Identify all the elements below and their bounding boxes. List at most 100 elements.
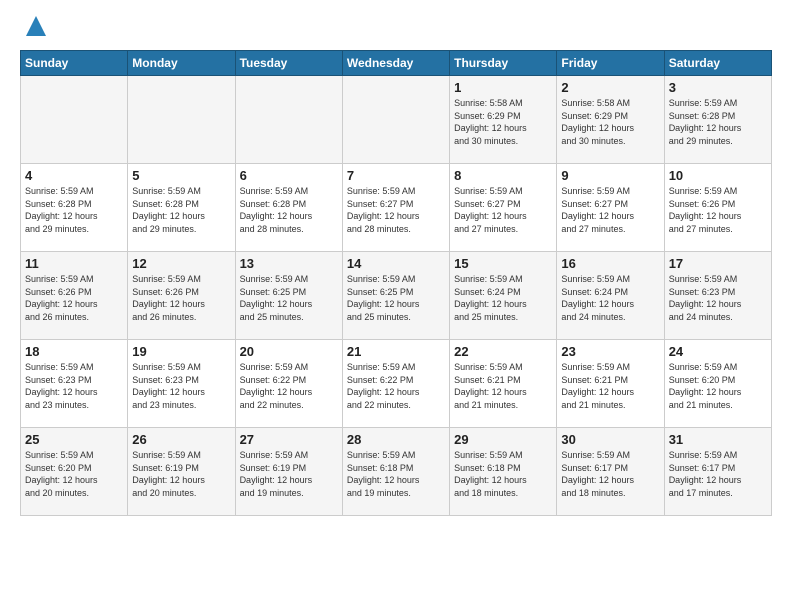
calendar-table: SundayMondayTuesdayWednesdayThursdayFrid… bbox=[20, 50, 772, 516]
calendar-cell: 18 Sunrise: 5:59 AM Sunset: 6:23 PM Dayli… bbox=[21, 340, 128, 428]
header-monday: Monday bbox=[128, 51, 235, 76]
day-number: 6 bbox=[240, 168, 338, 183]
day-info: Sunrise: 5:59 AM Sunset: 6:18 PM Dayligh… bbox=[454, 449, 552, 499]
page-header bbox=[20, 16, 772, 40]
day-number: 15 bbox=[454, 256, 552, 271]
day-info: Sunrise: 5:59 AM Sunset: 6:28 PM Dayligh… bbox=[240, 185, 338, 235]
calendar-cell: 6 Sunrise: 5:59 AM Sunset: 6:28 PM Daylig… bbox=[235, 164, 342, 252]
day-info: Sunrise: 5:59 AM Sunset: 6:28 PM Dayligh… bbox=[132, 185, 230, 235]
header-sunday: Sunday bbox=[21, 51, 128, 76]
calendar-cell bbox=[342, 76, 449, 164]
day-number: 13 bbox=[240, 256, 338, 271]
calendar-cell: 15 Sunrise: 5:59 AM Sunset: 6:24 PM Dayli… bbox=[450, 252, 557, 340]
calendar-cell: 25Sunrise: 5:59 AM Sunset: 6:20 PM Dayli… bbox=[21, 428, 128, 516]
day-number: 1 bbox=[454, 80, 552, 95]
day-info: Sunrise: 5:59 AM Sunset: 6:22 PM Dayligh… bbox=[347, 361, 445, 411]
calendar-cell: 16Sunrise: 5:59 AM Sunset: 6:24 PM Dayli… bbox=[557, 252, 664, 340]
day-info: Sunrise: 5:59 AM Sunset: 6:24 PM Dayligh… bbox=[454, 273, 552, 323]
calendar-cell: 30 Sunrise: 5:59 AM Sunset: 6:17 PM Dayli… bbox=[557, 428, 664, 516]
calendar-cell: 4 Sunrise: 5:59 AM Sunset: 6:28 PM Daylig… bbox=[21, 164, 128, 252]
day-number: 18 bbox=[25, 344, 123, 359]
day-info: Sunrise: 5:59 AM Sunset: 6:20 PM Dayligh… bbox=[669, 361, 767, 411]
day-info: Sunrise: 5:59 AM Sunset: 6:23 PM Dayligh… bbox=[669, 273, 767, 323]
day-number: 24 bbox=[669, 344, 767, 359]
calendar-body: 1 Sunrise: 5:58 AM Sunset: 6:29 PM Daylig… bbox=[21, 76, 772, 516]
day-info: Sunrise: 5:59 AM Sunset: 6:27 PM Dayligh… bbox=[347, 185, 445, 235]
day-number: 4 bbox=[25, 168, 123, 183]
calendar-cell bbox=[235, 76, 342, 164]
calendar-week-row: 11 Sunrise: 5:59 AM Sunset: 6:26 PM Dayli… bbox=[21, 252, 772, 340]
day-info: Sunrise: 5:59 AM Sunset: 6:26 PM Dayligh… bbox=[25, 273, 123, 323]
calendar-cell: 21 Sunrise: 5:59 AM Sunset: 6:22 PM Dayli… bbox=[342, 340, 449, 428]
day-number: 9 bbox=[561, 168, 659, 183]
day-number: 29 bbox=[454, 432, 552, 447]
day-info: Sunrise: 5:59 AM Sunset: 6:26 PM Dayligh… bbox=[669, 185, 767, 235]
day-info: Sunrise: 5:59 AM Sunset: 6:28 PM Dayligh… bbox=[25, 185, 123, 235]
day-info: Sunrise: 5:59 AM Sunset: 6:21 PM Dayligh… bbox=[454, 361, 552, 411]
day-number: 30 bbox=[561, 432, 659, 447]
calendar-week-row: 1 Sunrise: 5:58 AM Sunset: 6:29 PM Daylig… bbox=[21, 76, 772, 164]
day-info: Sunrise: 5:59 AM Sunset: 6:24 PM Dayligh… bbox=[561, 273, 659, 323]
calendar-week-row: 4 Sunrise: 5:59 AM Sunset: 6:28 PM Daylig… bbox=[21, 164, 772, 252]
calendar-cell: 10 Sunrise: 5:59 AM Sunset: 6:26 PM Dayli… bbox=[664, 164, 771, 252]
day-info: Sunrise: 5:59 AM Sunset: 6:28 PM Dayligh… bbox=[669, 97, 767, 147]
day-number: 27 bbox=[240, 432, 338, 447]
logo-icon bbox=[22, 12, 50, 40]
day-info: Sunrise: 5:59 AM Sunset: 6:19 PM Dayligh… bbox=[132, 449, 230, 499]
calendar-cell: 8Sunrise: 5:59 AM Sunset: 6:27 PM Daylig… bbox=[450, 164, 557, 252]
day-number: 31 bbox=[669, 432, 767, 447]
day-info: Sunrise: 5:58 AM Sunset: 6:29 PM Dayligh… bbox=[561, 97, 659, 147]
calendar-cell: 7 Sunrise: 5:59 AM Sunset: 6:27 PM Daylig… bbox=[342, 164, 449, 252]
logo bbox=[20, 16, 50, 40]
header-saturday: Saturday bbox=[664, 51, 771, 76]
day-number: 3 bbox=[669, 80, 767, 95]
day-info: Sunrise: 5:59 AM Sunset: 6:25 PM Dayligh… bbox=[240, 273, 338, 323]
calendar-cell: 14Sunrise: 5:59 AM Sunset: 6:25 PM Dayli… bbox=[342, 252, 449, 340]
day-info: Sunrise: 5:59 AM Sunset: 6:26 PM Dayligh… bbox=[132, 273, 230, 323]
day-info: Sunrise: 5:59 AM Sunset: 6:27 PM Dayligh… bbox=[454, 185, 552, 235]
day-info: Sunrise: 5:59 AM Sunset: 6:23 PM Dayligh… bbox=[132, 361, 230, 411]
day-info: Sunrise: 5:59 AM Sunset: 6:23 PM Dayligh… bbox=[25, 361, 123, 411]
day-info: Sunrise: 5:59 AM Sunset: 6:21 PM Dayligh… bbox=[561, 361, 659, 411]
day-number: 20 bbox=[240, 344, 338, 359]
day-number: 26 bbox=[132, 432, 230, 447]
calendar-cell: 9 Sunrise: 5:59 AM Sunset: 6:27 PM Daylig… bbox=[557, 164, 664, 252]
day-number: 21 bbox=[347, 344, 445, 359]
day-number: 22 bbox=[454, 344, 552, 359]
header-tuesday: Tuesday bbox=[235, 51, 342, 76]
day-info: Sunrise: 5:59 AM Sunset: 6:22 PM Dayligh… bbox=[240, 361, 338, 411]
calendar-cell: 19 Sunrise: 5:59 AM Sunset: 6:23 PM Dayli… bbox=[128, 340, 235, 428]
calendar-cell bbox=[21, 76, 128, 164]
header-thursday: Thursday bbox=[450, 51, 557, 76]
calendar-cell: 20 Sunrise: 5:59 AM Sunset: 6:22 PM Dayli… bbox=[235, 340, 342, 428]
day-info: Sunrise: 5:58 AM Sunset: 6:29 PM Dayligh… bbox=[454, 97, 552, 147]
calendar-cell: 1 Sunrise: 5:58 AM Sunset: 6:29 PM Daylig… bbox=[450, 76, 557, 164]
day-number: 12 bbox=[132, 256, 230, 271]
calendar-cell: 22 Sunrise: 5:59 AM Sunset: 6:21 PM Dayli… bbox=[450, 340, 557, 428]
day-number: 2 bbox=[561, 80, 659, 95]
calendar-cell: 2 Sunrise: 5:58 AM Sunset: 6:29 PM Daylig… bbox=[557, 76, 664, 164]
calendar-header-row: SundayMondayTuesdayWednesdayThursdayFrid… bbox=[21, 51, 772, 76]
day-number: 7 bbox=[347, 168, 445, 183]
day-number: 19 bbox=[132, 344, 230, 359]
calendar-cell: 24 Sunrise: 5:59 AM Sunset: 6:20 PM Dayli… bbox=[664, 340, 771, 428]
calendar-cell: 3 Sunrise: 5:59 AM Sunset: 6:28 PM Daylig… bbox=[664, 76, 771, 164]
calendar-cell: 12 Sunrise: 5:59 AM Sunset: 6:26 PM Dayli… bbox=[128, 252, 235, 340]
calendar-cell: 29 Sunrise: 5:59 AM Sunset: 6:18 PM Dayli… bbox=[450, 428, 557, 516]
day-number: 10 bbox=[669, 168, 767, 183]
calendar-cell: 17 Sunrise: 5:59 AM Sunset: 6:23 PM Dayli… bbox=[664, 252, 771, 340]
calendar-cell: 27Sunrise: 5:59 AM Sunset: 6:19 PM Dayli… bbox=[235, 428, 342, 516]
day-number: 11 bbox=[25, 256, 123, 271]
calendar-week-row: 18 Sunrise: 5:59 AM Sunset: 6:23 PM Dayli… bbox=[21, 340, 772, 428]
calendar-week-row: 25Sunrise: 5:59 AM Sunset: 6:20 PM Dayli… bbox=[21, 428, 772, 516]
day-info: Sunrise: 5:59 AM Sunset: 6:17 PM Dayligh… bbox=[561, 449, 659, 499]
day-number: 5 bbox=[132, 168, 230, 183]
day-number: 25 bbox=[25, 432, 123, 447]
day-number: 28 bbox=[347, 432, 445, 447]
calendar-cell: 23Sunrise: 5:59 AM Sunset: 6:21 PM Dayli… bbox=[557, 340, 664, 428]
day-info: Sunrise: 5:59 AM Sunset: 6:27 PM Dayligh… bbox=[561, 185, 659, 235]
calendar-cell bbox=[128, 76, 235, 164]
calendar-cell: 28 Sunrise: 5:59 AM Sunset: 6:18 PM Dayli… bbox=[342, 428, 449, 516]
day-info: Sunrise: 5:59 AM Sunset: 6:18 PM Dayligh… bbox=[347, 449, 445, 499]
day-number: 17 bbox=[669, 256, 767, 271]
